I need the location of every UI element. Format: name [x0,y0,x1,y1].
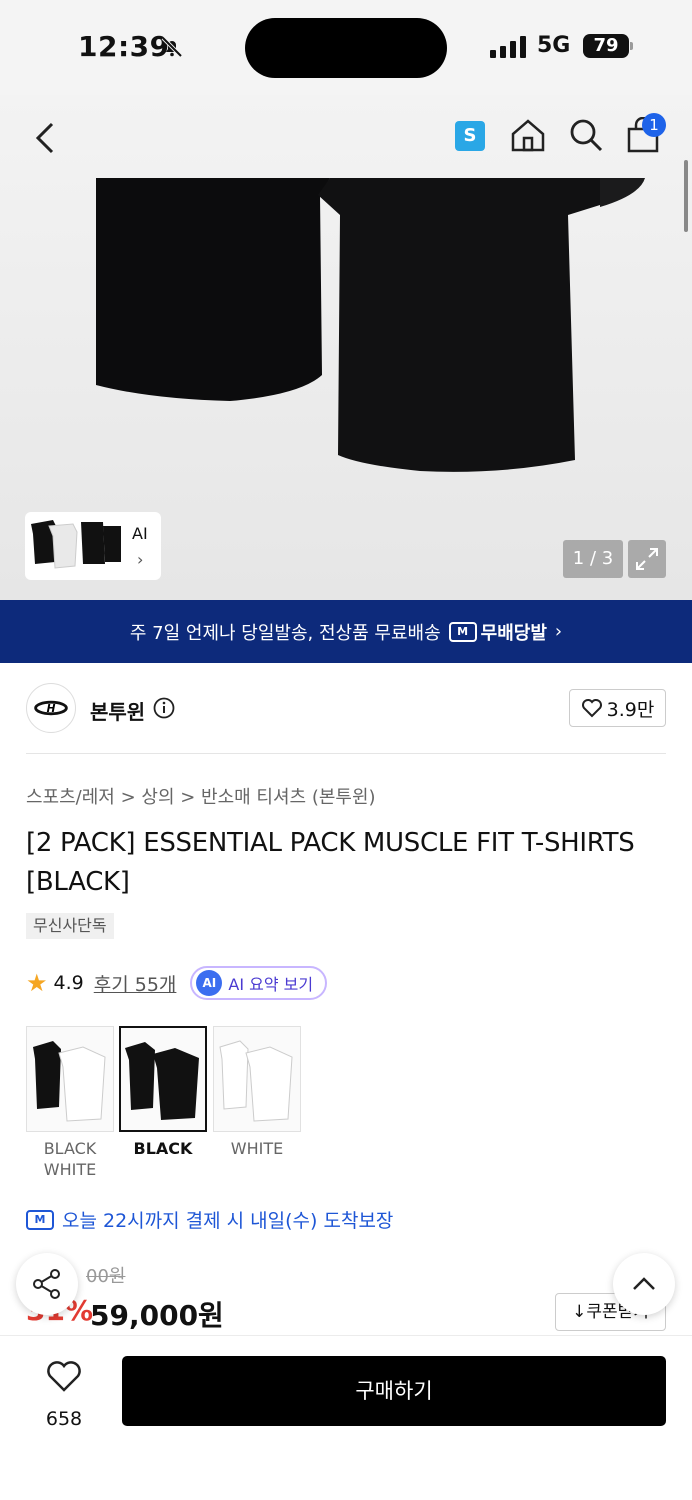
cart-count-badge: 1 [642,113,666,137]
option-label: BLACK WHITE [43,1139,97,1179]
ai-summary-button[interactable]: AI AI 요약 보기 [190,966,328,1000]
truck-icon: M [26,1209,54,1230]
search-icon[interactable] [568,117,604,153]
product-title: [2 PACK] ESSENTIAL PACK MUSCLE FIT T-SHI… [26,828,635,897]
breadcrumb[interactable]: 스포츠/레저 > 상의 > 반소매 티셔츠 (본투윈) [26,783,376,809]
bell-off-icon [161,36,183,58]
brand-like-count: 3.9만 [606,698,655,721]
reviews-link[interactable]: 후기 55개 [94,970,177,997]
delivery-guarantee[interactable]: M 오늘 22시까지 결제 시 내일(수) 도착보장 [26,1206,393,1233]
banner-brand-label: 무배당발 [480,622,547,644]
divider [26,753,666,754]
option-image [219,1040,293,1122]
rating-row: ★ 4.9 후기 55개 AI AI 요약 보기 [26,966,328,1000]
option-white[interactable] [213,1026,301,1132]
option-label: BLACK [133,1139,193,1158]
option-black-white[interactable] [26,1026,114,1132]
ai-label: AI [132,524,148,543]
delivery-text: 오늘 22시까지 결제 시 내일(수) 도착보장 [62,1210,394,1232]
scroll-top-button[interactable] [613,1253,675,1315]
option-image [33,1041,106,1122]
signal-icon [490,36,526,58]
brand-name[interactable]: 본투윈 [90,696,145,725]
dynamic-island [245,18,447,78]
chevron-right-icon: › [137,550,144,569]
banner-brand: M 무배당발 [448,619,547,645]
rating-value: 4.9 [53,972,84,994]
heart-icon [47,1361,81,1392]
status-bar: 12:39 5G 79 [0,0,692,95]
thumbnail-image [31,520,121,569]
option-label: WHITE [230,1139,284,1158]
heart-icon [581,699,602,718]
clock: 12:39 [78,30,170,63]
wishlist-button[interactable]: 658 [30,1356,98,1436]
buy-button[interactable]: 구매하기 [122,1356,666,1426]
store-s-icon[interactable]: S [455,121,485,151]
option-black[interactable] [119,1026,207,1132]
back-icon[interactable] [30,120,60,156]
image-pager: 1 / 3 [563,540,623,578]
scrollbar[interactable] [684,160,688,232]
ai-summary-label: AI 요약 보기 [228,975,314,994]
bottom-action-bar: 658 구매하기 [0,1335,692,1500]
ai-image-thumbnail[interactable]: AI › [25,512,161,580]
share-icon [33,1269,60,1299]
original-price: 00원 [86,1266,126,1287]
ai-icon: AI [196,970,223,996]
star-icon: ★ [26,969,48,997]
svg-text:H: H [47,703,56,715]
battery-indicator: 79 [583,34,633,58]
chevron-up-icon [633,1277,655,1290]
share-button[interactable] [16,1253,78,1315]
expand-icon[interactable] [628,540,666,578]
shipping-banner[interactable]: 주 7일 언제나 당일발송, 전상품 무료배송 M 무배당발 › [0,600,692,663]
banner-text: 주 7일 언제나 당일발송, 전상품 무료배송 [129,622,441,644]
chevron-right-icon: › [554,621,563,642]
network-type: 5G [537,33,571,58]
option-image [125,1042,199,1120]
product-image-gallery[interactable]: S 1 AI › 1 / 3 [0,95,692,600]
truck-icon: M [448,621,477,642]
final-price: 59,000원 [90,1299,224,1332]
brand-logo[interactable]: H [26,683,76,733]
exclusive-badge: 무신사단독 [26,913,114,939]
home-icon[interactable] [510,117,546,153]
brand-like-button[interactable]: 3.9만 [569,689,666,727]
info-icon[interactable] [153,697,175,719]
wishlist-count: 658 [45,1408,83,1430]
